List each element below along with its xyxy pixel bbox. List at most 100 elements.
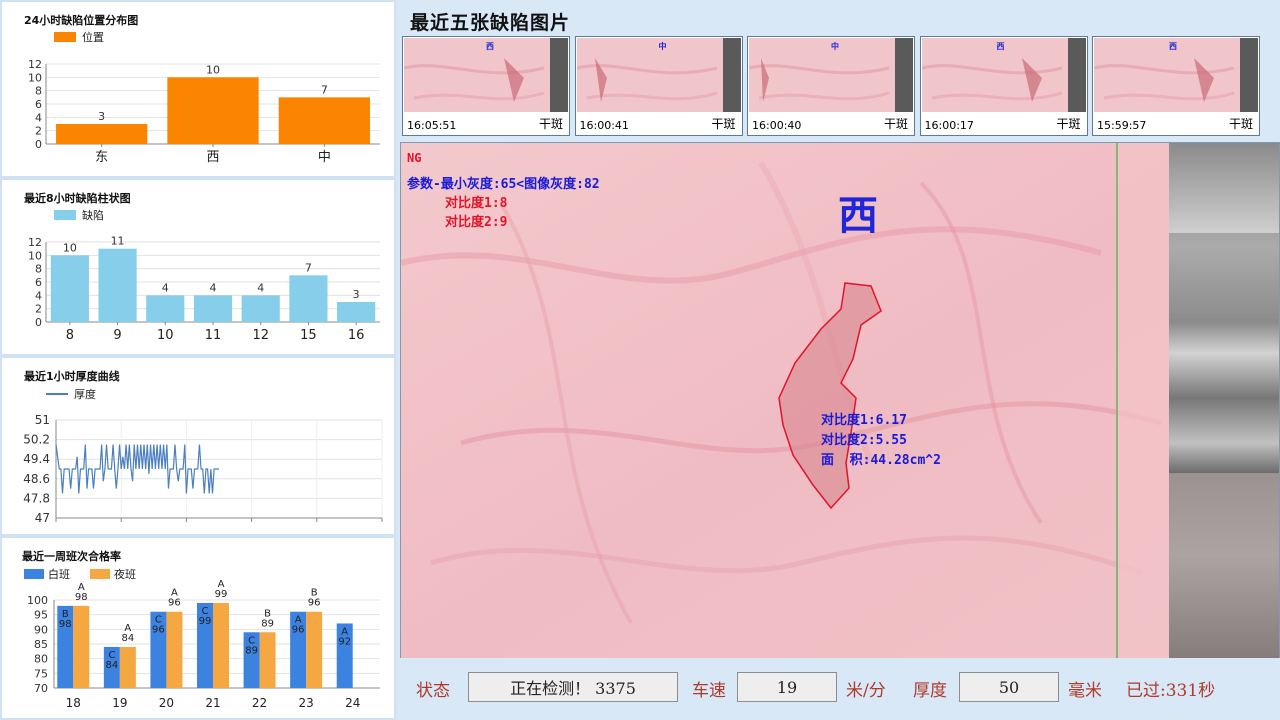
defect-area: 面 积:44.28cm^2 <box>821 453 941 468</box>
thickness-label: 厚度 <box>913 681 947 701</box>
hourly-bar-chart: 024681012 108119410411412715316 <box>28 235 380 343</box>
y-tick-label: 4 <box>35 289 42 302</box>
bar-value-label: 98 <box>75 592 88 603</box>
thumbnail-time: 16:05:51 <box>407 119 457 132</box>
y-tick-label: 47 <box>35 511 50 525</box>
bar-value-label: 84 <box>121 633 134 644</box>
thickness-unit: 毫米 <box>1068 681 1102 701</box>
bar-value-label: 96 <box>152 625 165 636</box>
defect-thumbnail[interactable]: 中 16:00:41 干斑 <box>574 36 743 136</box>
thickness-value: 50 <box>959 672 1059 702</box>
x-tick-label: 8 <box>66 328 74 343</box>
y-tick-label: 0 <box>35 138 42 151</box>
bar <box>278 97 370 144</box>
status-label: 状态 <box>416 681 450 701</box>
y-tick-label: 47.8 <box>23 491 50 505</box>
y-tick-label: 51 <box>35 413 50 427</box>
bar-value-label: 98 <box>59 619 72 630</box>
bar-value-label: 89 <box>245 645 258 656</box>
defect-thumbnail[interactable]: 西 16:05:51 干斑 <box>402 36 570 136</box>
y-tick-label: 4 <box>35 111 42 124</box>
bar <box>241 295 280 322</box>
thumbnail-image: 西 <box>1094 38 1258 112</box>
thickness-chart-panel: 最近1小时厚度曲线 厚度 47 47.8 48.6 49.4 50.2 51 <box>2 358 394 534</box>
y-tick-label: 8 <box>35 263 42 276</box>
bar-night <box>213 602 229 688</box>
bar <box>50 255 89 322</box>
speed-label: 车速 <box>692 681 726 701</box>
x-tick-label: 22 <box>252 696 267 710</box>
x-tick-label: 23 <box>299 696 314 710</box>
main-defect-image: NG 参数-最小灰度:65<图像灰度:82 对比度1:8 对比度2:9 西 对比… <box>400 142 1280 660</box>
defect-thumbnail[interactable]: 中 16:00:40 干斑 <box>747 36 915 136</box>
y-tick-label: 12 <box>28 58 42 71</box>
bar-value-label: 92 <box>338 636 351 647</box>
y-tick-label: 50.2 <box>23 433 50 447</box>
x-tick-label: 西 <box>206 150 219 165</box>
bar-value-label: 4 <box>210 281 217 294</box>
x-tick-label: 18 <box>66 696 81 710</box>
thumbnail-type: 干斑 <box>711 117 736 131</box>
defect-contrast2: 对比度2:5.55 <box>821 433 907 448</box>
bar-value-label: 96 <box>168 598 181 609</box>
thumbnail-image: 中 <box>749 38 913 112</box>
y-tick-label: 100 <box>27 594 48 607</box>
bar-night <box>73 605 90 688</box>
bar <box>167 77 259 144</box>
y-tick-label: 75 <box>34 667 48 680</box>
thickness-line-chart: 47 47.8 48.6 49.4 50.2 51 <box>23 413 383 525</box>
contrast2-label: 对比度2:9 <box>445 215 508 230</box>
x-tick-label: 20 <box>159 696 174 710</box>
bar-value-label: 99 <box>199 616 212 627</box>
location-label: 西 <box>838 192 878 239</box>
thumbnail-location: 中 <box>831 42 839 51</box>
bar-value-label: 10 <box>63 241 77 254</box>
thumbnail-time: 16:00:41 <box>579 119 629 132</box>
y-tick-label: 6 <box>35 276 42 289</box>
y-tick-label: 80 <box>34 653 48 666</box>
thumbnail-type: 干斑 <box>1228 117 1253 131</box>
bar-value-label: 10 <box>206 63 220 76</box>
right-panel: 最近五张缺陷图片 NG 参数-最小灰度:65<图像灰度:82 对比度1:8 对比… <box>398 0 1280 720</box>
bar <box>193 295 233 322</box>
thumbnail-image: 中 <box>576 38 741 112</box>
x-tick-label: 9 <box>113 328 121 343</box>
shift-bar-chart: 707580859095100B98A9818C84A8419C96A9620C… <box>27 579 380 710</box>
hourly-chart-panel: 最近8小时缺陷柱状图 缺陷 0 2 4 6 8 10 12 10 8 11 9 4 10 4 11 4 12 7 1… <box>2 180 394 354</box>
bar-value-label: 96 <box>308 598 321 609</box>
y-tick-label: 90 <box>34 623 48 636</box>
position-chart-panel: 24小时缺陷位置分布图 位置 0 2 4 6 8 10 12 3 东 10 西 7 中 <box>2 2 394 176</box>
bar-value-label: 7 <box>305 261 312 274</box>
y-tick-label: 2 <box>35 303 42 316</box>
thumbnail-location: 西 <box>996 42 1005 51</box>
bar-value-label: 99 <box>215 589 228 600</box>
bar-value-label: 96 <box>292 625 305 636</box>
defect-thumbnail[interactable]: 西 16:00:17 干斑 <box>919 36 1088 136</box>
recent-images-title: 最近五张缺陷图片 <box>410 12 571 34</box>
bar-value-label: 4 <box>162 281 169 294</box>
shift-chart-panel: 最近一周班次合格率 白班 夜班 70 75 80 85 90 95 100 B 98 A 98 18 C… <box>2 538 394 718</box>
ng-label: NG <box>407 151 422 165</box>
y-tick-label: 49.4 <box>23 452 50 466</box>
y-tick-label: 2 <box>35 125 42 138</box>
thumbnail-type: 干斑 <box>1056 117 1081 131</box>
thumbnail-location: 中 <box>658 42 667 51</box>
bar <box>337 302 376 322</box>
bar-night <box>166 611 183 688</box>
x-tick-label: 东 <box>95 150 108 165</box>
x-tick-label: 10 <box>157 328 174 343</box>
thumbnail-type: 干斑 <box>883 117 908 131</box>
bar-value-label: 3 <box>98 110 105 123</box>
defect-thumbnail[interactable]: 西 15:59:57 干斑 <box>1092 36 1260 136</box>
thumbnail-location: 西 <box>486 42 494 51</box>
x-tick-label: 11 <box>205 328 222 343</box>
y-tick-label: 12 <box>28 236 42 249</box>
y-tick-label: 0 <box>35 316 42 329</box>
x-tick-label: 21 <box>205 696 220 710</box>
position-bar-chart: 0246810123东10西7中 <box>28 58 380 165</box>
contrast1-label: 对比度1:8 <box>445 196 508 211</box>
x-tick-label: 15 <box>300 328 317 343</box>
bar-value-label: 4 <box>257 281 264 294</box>
bar <box>289 275 328 322</box>
bar <box>56 124 148 144</box>
